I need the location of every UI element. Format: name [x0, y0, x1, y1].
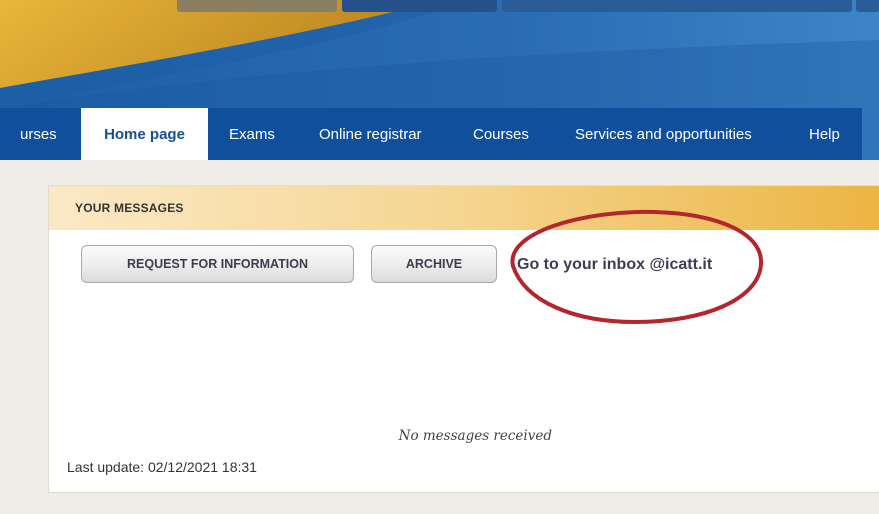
nav-item-courses[interactable]: Courses [473, 108, 529, 160]
top-menu-tab[interactable] [177, 0, 337, 12]
messages-panel-title: YOUR MESSAGES [75, 201, 184, 215]
archive-button[interactable]: ARCHIVE [371, 245, 497, 283]
nav-item-help[interactable]: Help [809, 108, 840, 160]
top-menu-tab[interactable] [502, 0, 852, 12]
last-update-text: Last update: 02/12/2021 18:31 [67, 459, 257, 475]
top-menu-tab[interactable] [856, 0, 879, 12]
nav-item-services-and-opportunities[interactable]: Services and opportunities [575, 108, 752, 160]
annotation-ellipse [510, 209, 764, 325]
nav-item-exams[interactable]: Exams [229, 108, 275, 160]
nav-item-courses-partial[interactable]: urses [20, 108, 57, 160]
top-menu-tab[interactable] [342, 0, 497, 12]
nav-item-online-registrar[interactable]: Online registrar [319, 108, 422, 160]
main-navigation: urses Home page Exams Online registrar C… [0, 108, 879, 160]
messages-panel: YOUR MESSAGES REQUEST FOR INFORMATION AR… [48, 185, 879, 493]
empty-messages-label: No messages received [398, 428, 552, 444]
request-for-information-button[interactable]: REQUEST FOR INFORMATION [81, 245, 354, 283]
empty-messages-text: No messages received [49, 428, 702, 444]
nav-item-home-page[interactable]: Home page [81, 108, 208, 160]
